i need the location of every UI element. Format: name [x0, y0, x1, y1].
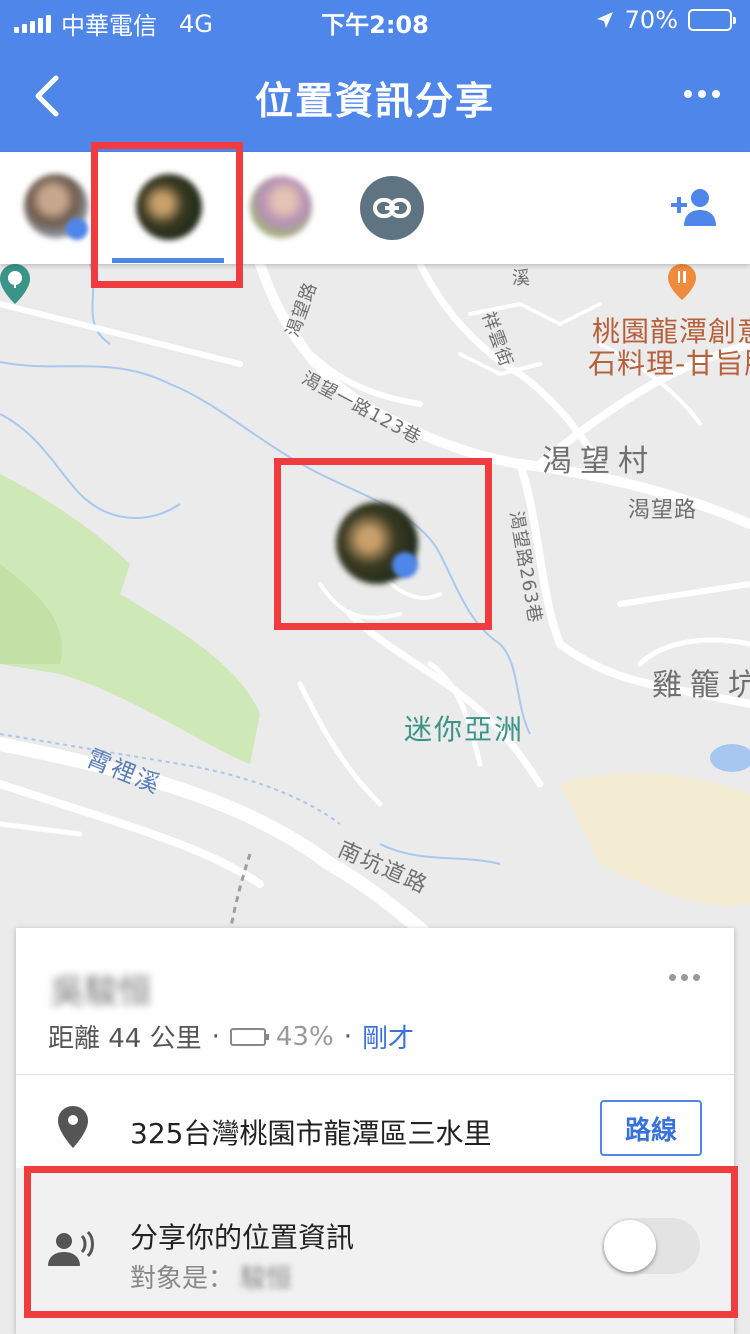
location-arrow-icon [596, 12, 613, 28]
park-pin-icon [0, 264, 30, 304]
battery-icon [229, 1027, 269, 1046]
more-options-icon[interactable] [684, 90, 720, 98]
map-marker-badge-dot [392, 552, 418, 578]
updated-time-text: 剛才 [361, 1024, 414, 1054]
battery-icon [688, 9, 736, 31]
share-link-button[interactable] [360, 176, 424, 240]
person-broadcast-icon [48, 1230, 94, 1266]
app-bar: 位置資訊分享 [0, 40, 750, 152]
share-title: 分享你的位置資訊 [130, 1221, 355, 1254]
directions-button[interactable]: 路線 [600, 1100, 702, 1156]
add-person-icon[interactable] [668, 186, 720, 228]
village-label: 渴望村 [542, 444, 656, 479]
person-name: 吳駿恒 [50, 972, 152, 1012]
meta-separator-2: · [343, 1021, 352, 1052]
toggle-knob [604, 1220, 656, 1272]
share-target: 對象是： 駿恒 [130, 1258, 292, 1295]
share-location-toggle[interactable] [602, 1218, 700, 1274]
avatar-badge-dot [66, 218, 88, 240]
card-more-options-icon[interactable] [669, 974, 700, 981]
poi-label-line2: 石料理-甘旨肥 [588, 347, 750, 380]
selected-tab-indicator [112, 258, 224, 263]
share-target-name: 駿恒 [240, 1264, 293, 1294]
poi-label-mini-asia: 迷你亞洲 [404, 713, 525, 746]
person-info-card: 吳駿恒 距離 44 公里 · 43% · 剛才 325台灣桃園市龍潭區三水里 路… [16, 928, 734, 1334]
person-avatar-3[interactable] [250, 176, 312, 238]
person-avatar-2-selected[interactable] [136, 174, 202, 240]
restaurant-pin-icon [668, 264, 696, 300]
share-location-row[interactable]: 分享你的位置資訊 對象是： 駿恒 [16, 1168, 734, 1334]
battery-percent: 70% [624, 6, 678, 34]
stream-label-top: 溪 [512, 268, 531, 289]
page-title: 位置資訊分享 [254, 79, 495, 123]
person-meta: 距離 44 公里 · 43% · 剛才 [48, 1018, 414, 1055]
status-bar: 中華電信 4G 下午2:08 70% [0, 0, 750, 40]
people-bar [0, 152, 750, 264]
area-label-jilongkeng: 雞籠坑 [652, 668, 750, 703]
link-icon [373, 198, 411, 218]
road-label-kewang: 渴望路 [628, 498, 698, 523]
location-pin-icon [58, 1106, 88, 1148]
address-text: 325台灣桃園市龍潭區三水里 [130, 1117, 492, 1150]
meta-separator: · [211, 1021, 220, 1052]
card-divider [16, 1074, 734, 1075]
distance-text: 距離 44 公里 [48, 1024, 202, 1054]
battery-percent-text: 43% [275, 1021, 334, 1052]
share-target-label: 對象是： [130, 1264, 235, 1294]
status-right: 70% [595, 6, 736, 34]
